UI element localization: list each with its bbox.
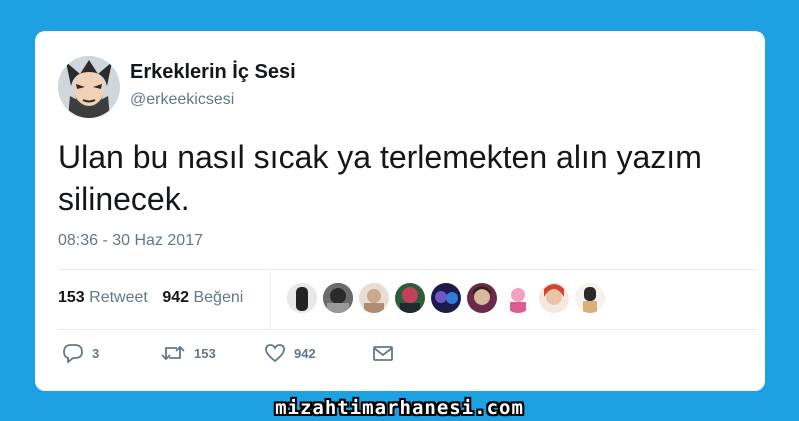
profile-avatar[interactable]	[58, 56, 120, 118]
engagement-stats: 153 Retweet 942 Beğeni	[58, 289, 253, 307]
liker-avatar-3[interactable]	[359, 283, 389, 313]
reply-count: 3	[92, 345, 100, 361]
like-stat[interactable]: 942 Beğeni	[162, 289, 243, 307]
retweet-count: 153	[194, 345, 216, 361]
like-stat-label: Beğeni	[193, 289, 244, 306]
reply-icon	[63, 344, 83, 363]
wolverine-avatar-icon	[58, 56, 120, 118]
liker-avatar-9[interactable]	[575, 283, 605, 313]
like-count: 942	[294, 345, 316, 361]
heart-icon	[265, 344, 285, 363]
site-watermark: mizahtimarhanesi.com	[275, 397, 524, 419]
liker-avatar-8[interactable]	[539, 283, 569, 313]
tweet-actions: 3 153 942	[58, 343, 738, 369]
liker-avatar-7[interactable]	[503, 283, 533, 313]
user-handle[interactable]: @erkeekicsesi	[130, 91, 234, 109]
stats-separator	[270, 269, 271, 329]
reply-button[interactable]: 3	[62, 343, 99, 363]
liker-avatar-4[interactable]	[395, 283, 425, 313]
divider	[58, 329, 757, 330]
retweet-stat[interactable]: 153 Retweet	[58, 289, 148, 307]
tweet-text: Ulan bu nasıl sıcak ya terlemekten alın …	[58, 139, 702, 217]
display-name[interactable]: Erkeklerin İç Sesi	[130, 61, 296, 84]
like-stat-count: 942	[162, 289, 190, 306]
divider	[58, 269, 757, 270]
direct-message-button[interactable]	[372, 343, 394, 363]
liker-avatar-6[interactable]	[467, 283, 497, 313]
liker-avatar-2[interactable]	[323, 283, 353, 313]
like-button[interactable]: 942	[264, 343, 316, 363]
tweet-timestamp[interactable]: 08:36 - 30 Haz 2017	[58, 232, 203, 250]
retweet-icon	[161, 345, 185, 361]
retweet-stat-count: 153	[58, 289, 85, 306]
liker-avatar-1[interactable]	[287, 283, 317, 313]
retweet-stat-label: Retweet	[89, 289, 148, 306]
liker-avatar-5[interactable]	[431, 283, 461, 313]
envelope-icon	[373, 346, 393, 361]
retweet-button[interactable]: 153	[160, 343, 216, 363]
tweet-card: Erkeklerin İç Sesi @erkeekicsesi Ulan bu…	[35, 31, 765, 391]
